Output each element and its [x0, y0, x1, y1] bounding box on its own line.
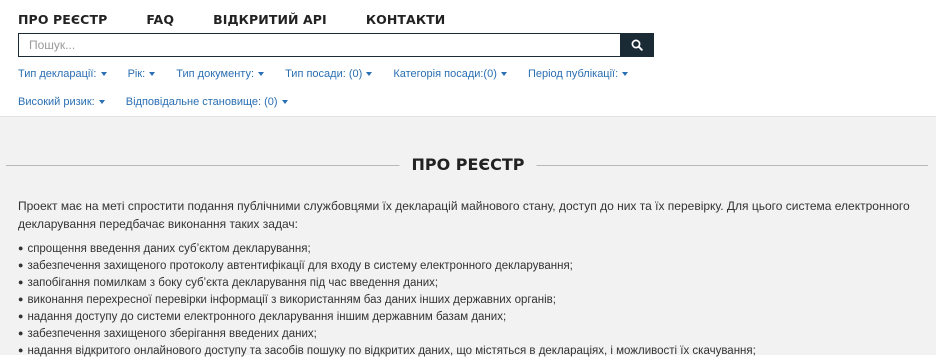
- caret-down-icon: [281, 100, 288, 105]
- list-item: забезпечення захищеного протоколу автент…: [18, 258, 756, 275]
- search-button[interactable]: [620, 33, 654, 57]
- search-icon: [631, 39, 643, 51]
- caret-down-icon: [149, 72, 156, 77]
- filters-row-2: Високий ризик: Відповідальне становище: …: [18, 96, 306, 108]
- filter-position-category[interactable]: Категорія посади:(0): [393, 68, 507, 80]
- filter-year[interactable]: Рік:: [128, 68, 156, 80]
- nav-about-link[interactable]: ПРО РЕЄСТР: [18, 12, 107, 27]
- caret-down-icon: [98, 100, 105, 105]
- nav-contacts-link[interactable]: КОНТАКТИ: [366, 12, 446, 27]
- filter-publication-period[interactable]: Період публікації:: [528, 68, 629, 80]
- caret-down-icon: [100, 72, 107, 77]
- tasks-list: спрощення введення даних суб’єктом декла…: [18, 241, 756, 360]
- caret-down-icon: [366, 72, 373, 77]
- nav-faq-link[interactable]: FAQ: [146, 12, 174, 27]
- caret-down-icon: [622, 72, 629, 77]
- list-item: забезпечення захищеного зберігання введе…: [18, 326, 756, 343]
- page-title: ПРО РЕЄСТР: [399, 155, 537, 174]
- caret-down-icon: [258, 72, 264, 77]
- nav-api-link[interactable]: ВІДКРИТИЙ API: [213, 12, 327, 27]
- search-input[interactable]: [19, 34, 620, 56]
- filter-responsible-position[interactable]: Відповідальне становище: (0): [126, 96, 288, 108]
- search-bar: [18, 33, 654, 57]
- list-item: надання відкритого онлайнового доступу т…: [18, 343, 755, 360]
- filters-row-1: Тип декларації: Рік: Тип документу: Тип …: [18, 68, 646, 80]
- list-item: запобігання помилкам з боку суб’єкта дек…: [18, 275, 756, 292]
- list-item: спрощення введення даних суб’єктом декла…: [18, 241, 756, 258]
- filter-declaration-type[interactable]: Тип декларації:: [18, 68, 107, 80]
- header: ПРО РЕЄСТР FAQ ВІДКРИТИЙ API КОНТАКТИ Ти…: [0, 0, 936, 114]
- filter-high-risk[interactable]: Високий ризик:: [18, 96, 105, 108]
- filter-position-type[interactable]: Тип посади: (0): [285, 68, 373, 80]
- list-item: надання доступу до системи електронного …: [18, 309, 756, 326]
- list-item: виконання перехресної перевірки інформац…: [18, 292, 756, 309]
- intro-paragraph: Проект має на меті спростити подання пуб…: [18, 199, 910, 231]
- filter-document-type[interactable]: Тип документу:: [176, 68, 264, 80]
- top-nav: ПРО РЕЄСТР FAQ ВІДКРИТИЙ API КОНТАКТИ: [18, 12, 484, 27]
- main-content: ПРО РЕЄСТР Проект має на меті спростити …: [0, 116, 936, 357]
- caret-down-icon: [500, 72, 507, 77]
